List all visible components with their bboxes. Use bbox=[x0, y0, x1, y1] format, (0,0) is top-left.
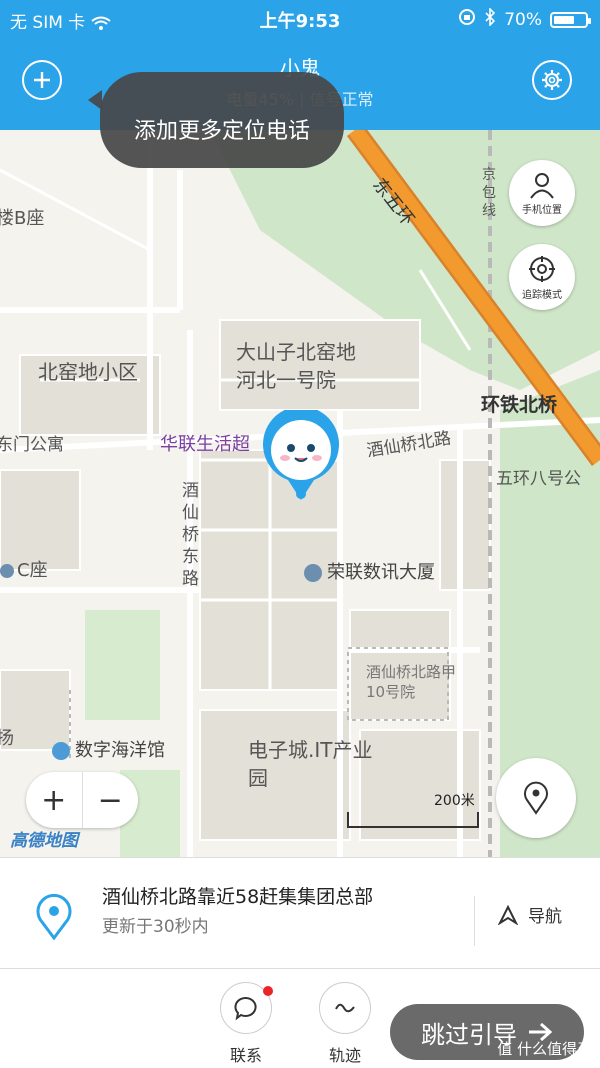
battery-percent: 70% bbox=[504, 9, 542, 30]
map-pin-icon bbox=[524, 781, 548, 815]
poi-label: 荣联数讯大厦 bbox=[304, 558, 435, 584]
map-label: 北窑地小区 bbox=[38, 360, 138, 384]
map-label: 扬 bbox=[0, 728, 14, 749]
aquarium-icon bbox=[52, 742, 70, 760]
watermark: 值 什么值得买 bbox=[497, 1040, 592, 1058]
navigate-label: 导航 bbox=[528, 907, 562, 927]
map-view[interactable]: 楼B座 东五环 京包线 北窑地小区 大山子北窑地 河北一号院 环铁北桥 东门公寓… bbox=[0, 130, 600, 857]
map-logo: 高德地图 bbox=[10, 831, 78, 851]
poi-label: 华联生活超 bbox=[160, 434, 250, 455]
phone-location-button[interactable]: 手机位置 bbox=[509, 160, 575, 226]
location-pin-icon bbox=[34, 893, 74, 944]
settings-button[interactable] bbox=[532, 60, 572, 100]
map-label: 五环八号公 bbox=[496, 469, 581, 489]
battery-icon bbox=[550, 11, 591, 28]
map-label: 数字海洋馆 bbox=[75, 740, 165, 761]
map-label: 环铁北桥 bbox=[481, 394, 558, 416]
person-icon bbox=[530, 172, 554, 199]
notification-dot bbox=[263, 986, 273, 996]
navigation-arrow-icon bbox=[498, 904, 518, 925]
update-time: 更新于30秒内 bbox=[102, 917, 209, 937]
zoom-control: + − bbox=[26, 772, 138, 828]
map-label: 楼B座 bbox=[0, 208, 45, 229]
track-mode-label: 追踪模式 bbox=[522, 289, 562, 301]
location-address: 酒仙桥北路靠近58赶集集团总部 bbox=[102, 886, 374, 908]
poi-label: C座 bbox=[0, 556, 48, 582]
tooltip[interactable]: 添加更多定位电话 bbox=[88, 72, 344, 168]
map-label: 东门公寓 bbox=[0, 435, 64, 455]
track-path-icon bbox=[335, 1003, 355, 1013]
navigate-button[interactable]: 导航 bbox=[498, 902, 562, 927]
status-bar: 无 SIM 卡 上午9:53 70% bbox=[0, 0, 600, 36]
map-label: 河北一号院 bbox=[236, 368, 336, 392]
child-avatar-marker-icon bbox=[263, 406, 339, 500]
map-label: C座 bbox=[17, 560, 48, 581]
crosshair-icon bbox=[529, 255, 555, 282]
bluetooth-icon bbox=[484, 7, 496, 31]
rotation-lock-icon bbox=[458, 8, 476, 31]
map-label: 荣联数讯大厦 bbox=[327, 562, 435, 583]
poi-label: 数字海洋馆 bbox=[52, 736, 165, 762]
map-label: 大山子北窑地 bbox=[236, 340, 356, 364]
track-button[interactable] bbox=[319, 982, 371, 1034]
contact-label: 联系 bbox=[229, 1046, 262, 1065]
road-label: 酒仙桥东路 bbox=[182, 481, 199, 589]
building-icon bbox=[0, 564, 14, 578]
chat-bubble-icon bbox=[234, 997, 257, 1021]
track-label: 轨迹 bbox=[328, 1046, 361, 1065]
divider bbox=[474, 896, 475, 946]
status-right: 70% bbox=[458, 7, 591, 31]
map-label: 电子城.IT产业园 bbox=[248, 738, 373, 790]
railway-label: 京包线 bbox=[482, 167, 496, 219]
phone-location-label: 手机位置 bbox=[522, 204, 562, 216]
locate-button[interactable] bbox=[496, 758, 576, 838]
zoom-out-button[interactable]: − bbox=[83, 772, 139, 828]
track-mode-button[interactable]: 追踪模式 bbox=[509, 244, 575, 310]
map-label: 酒仙桥北路甲10号院 bbox=[366, 663, 457, 701]
building-icon bbox=[304, 564, 322, 582]
gear-icon bbox=[542, 70, 562, 90]
location-info-panel: 酒仙桥北路靠近58赶集集团总部 更新于30秒内 导航 bbox=[0, 857, 600, 968]
location-marker[interactable] bbox=[260, 406, 342, 502]
scale-label: 200米 bbox=[434, 793, 475, 809]
zoom-in-button[interactable]: + bbox=[26, 772, 83, 828]
